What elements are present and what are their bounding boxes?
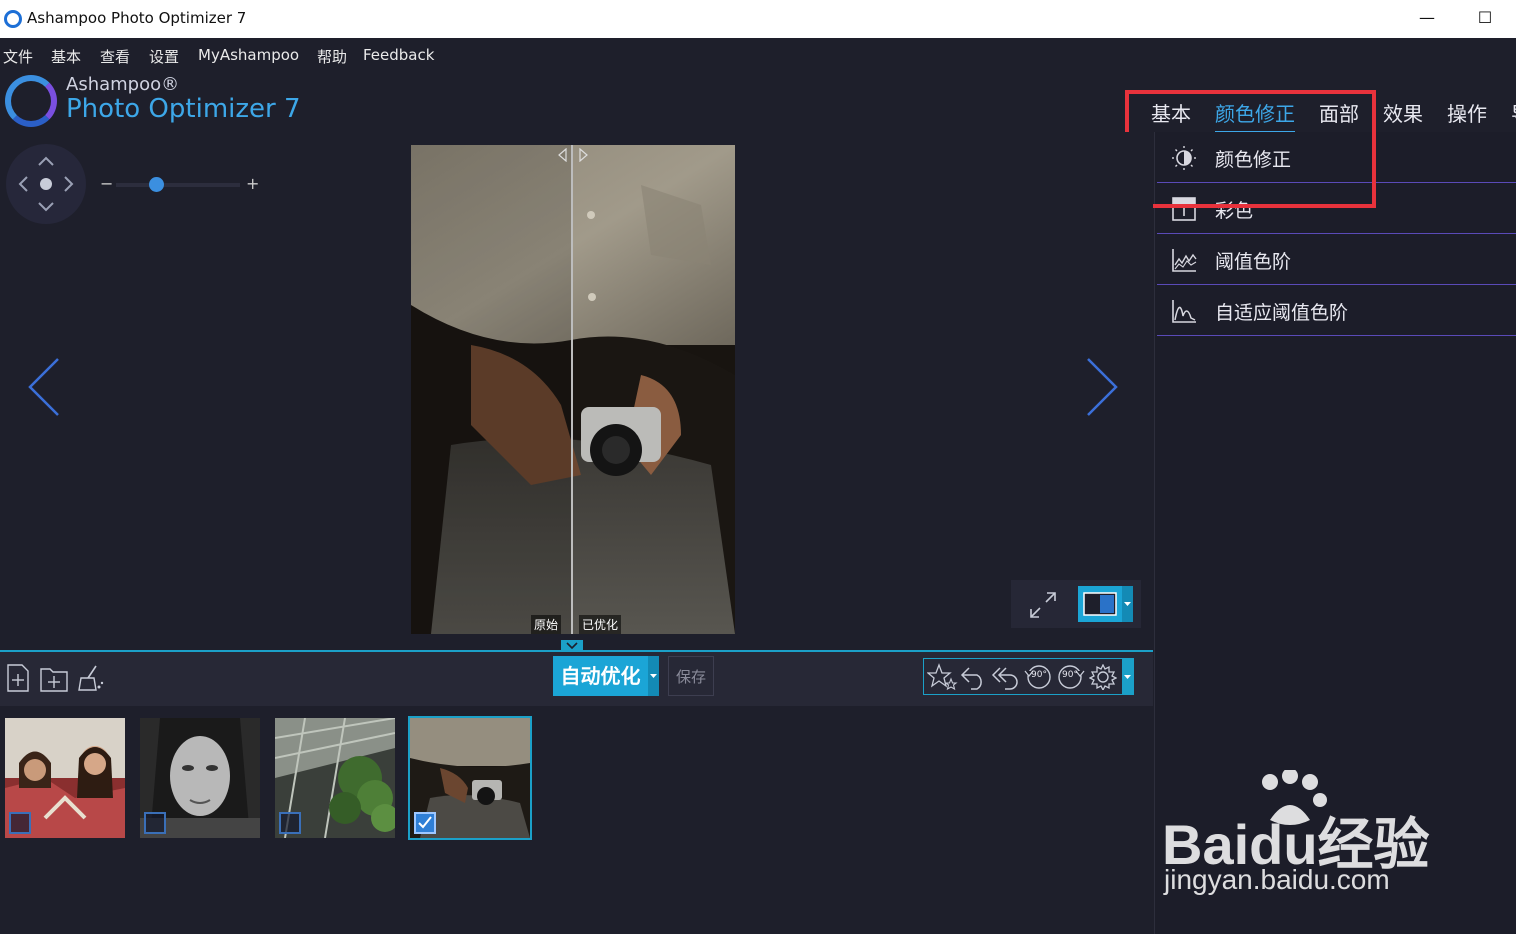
logo-brand: Ashampoo®	[66, 74, 180, 95]
tab-export[interactable]: 导	[1511, 98, 1516, 127]
thumbnail-item[interactable]	[275, 718, 395, 838]
app-icon	[4, 10, 22, 28]
rotate-left-degrees: 90°	[1031, 670, 1047, 680]
logo-product: Photo Optimizer 7	[66, 94, 301, 124]
zoom-in-button[interactable]: +	[246, 174, 259, 193]
menu-feedback[interactable]: Feedback	[363, 46, 434, 64]
menu-basic[interactable]: 基本	[51, 46, 81, 67]
gear-icon[interactable]	[1089, 664, 1117, 690]
minimize-button[interactable]: —	[1412, 6, 1442, 30]
compare-divider[interactable]	[571, 145, 573, 634]
add-file-icon[interactable]	[6, 664, 30, 692]
edit-tools-dropdown[interactable]	[1122, 659, 1133, 694]
auto-optimize-button[interactable]: 自动优化	[553, 656, 648, 696]
zoom-slider-handle[interactable]	[148, 177, 164, 192]
save-button[interactable]: 保存	[668, 656, 714, 696]
panel-item-label: 自适应阈值色阶	[1215, 302, 1349, 324]
divider-handle-icon[interactable]	[556, 148, 590, 162]
compare-mode-button[interactable]	[1078, 586, 1122, 622]
thumbnail-item-selected[interactable]	[408, 716, 532, 840]
panel-item-adaptive-levels[interactable]: 自适应阈值色阶	[1157, 285, 1516, 336]
threshold-levels-icon	[1172, 249, 1197, 272]
menu-myashampoo[interactable]: MyAshampoo	[198, 46, 299, 64]
panel-item-label: 阈值色阶	[1215, 251, 1292, 273]
title-bar: Ashampoo Photo Optimizer 7 — ☐	[0, 0, 1516, 38]
thumbnail-item[interactable]	[5, 718, 125, 838]
thumbnail-item[interactable]	[140, 718, 260, 838]
chevron-down-icon	[1124, 602, 1131, 606]
menu-bar: 文件 基本 查看 设置 MyAshampoo 帮助 Feedback	[0, 38, 1516, 72]
compare-mode-dropdown[interactable]	[1122, 586, 1133, 622]
watermark-url: jingyan.baidu.com	[1164, 864, 1390, 895]
tab-operations[interactable]: 操作	[1447, 98, 1487, 127]
clear-broom-icon[interactable]	[76, 664, 104, 692]
highlight-annotation	[1125, 90, 1376, 208]
maximize-button[interactable]: ☐	[1470, 6, 1500, 30]
rotate-right-degrees: 90°	[1062, 670, 1078, 680]
menu-file[interactable]: 文件	[3, 46, 33, 67]
camera-person-photo	[411, 145, 735, 634]
checkmark-icon	[418, 816, 432, 829]
zoom-out-button[interactable]: −	[100, 174, 113, 193]
window-title: Ashampoo Photo Optimizer 7	[27, 9, 247, 27]
undo-icon[interactable]	[959, 664, 989, 690]
edit-tools-group: 90° 90°	[923, 658, 1134, 695]
menu-settings[interactable]: 设置	[149, 46, 179, 67]
rotate-left-button[interactable]: 90°	[1022, 663, 1054, 691]
tab-effects[interactable]: 效果	[1383, 98, 1423, 127]
split-view-icon	[1083, 592, 1117, 616]
pan-navigator[interactable]	[6, 144, 86, 224]
adaptive-levels-icon	[1172, 300, 1196, 323]
thumbnail-checkbox-checked[interactable]	[414, 812, 436, 834]
menu-help[interactable]: 帮助	[317, 46, 347, 67]
original-label: 原始	[531, 615, 562, 634]
fullscreen-icon[interactable]	[1027, 590, 1059, 620]
zoom-slider[interactable]	[116, 183, 240, 187]
previous-image-arrow-icon[interactable]	[24, 356, 64, 418]
magic-stars-icon[interactable]	[927, 663, 959, 691]
rotate-right-button[interactable]: 90°	[1055, 663, 1087, 691]
view-tools	[1011, 580, 1141, 628]
undo-all-icon[interactable]	[990, 664, 1020, 690]
thumbnail-checkbox[interactable]	[9, 812, 31, 834]
chevron-down-icon	[1124, 675, 1131, 679]
next-image-arrow-icon[interactable]	[1082, 356, 1122, 418]
thumbnail-checkbox[interactable]	[144, 812, 166, 834]
chevron-down-icon	[650, 674, 657, 678]
thumbnail-checkbox[interactable]	[279, 812, 301, 834]
logo-ring-icon	[5, 75, 57, 127]
main-photo	[411, 145, 735, 634]
add-folder-icon[interactable]	[39, 664, 69, 692]
baidu-watermark: Baidu经验 jingyan.baidu.com	[1162, 770, 1442, 910]
panel-item-threshold-levels[interactable]: 阈值色阶	[1157, 234, 1516, 285]
app-logo: Ashampoo® Photo Optimizer 7	[3, 72, 303, 132]
menu-view[interactable]: 查看	[100, 46, 130, 67]
auto-optimize-dropdown[interactable]	[648, 656, 659, 696]
pan-arrows-icon	[18, 156, 74, 212]
optimized-label: 已优化	[579, 615, 622, 634]
